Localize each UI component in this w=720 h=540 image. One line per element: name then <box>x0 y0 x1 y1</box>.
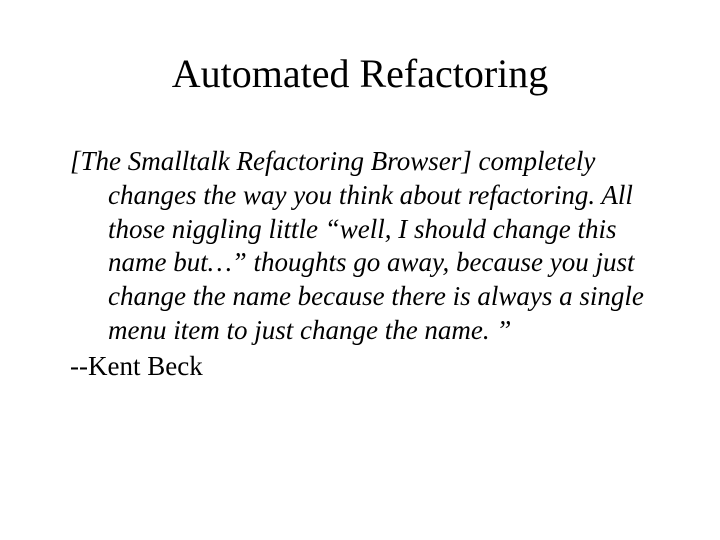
slide-body: [The Smalltalk Refactoring Browser] comp… <box>70 145 650 383</box>
quote-text: [The Smalltalk Refactoring Browser] comp… <box>70 145 650 348</box>
slide-title: Automated Refactoring <box>70 50 650 97</box>
attribution: --Kent Beck <box>70 350 650 384</box>
